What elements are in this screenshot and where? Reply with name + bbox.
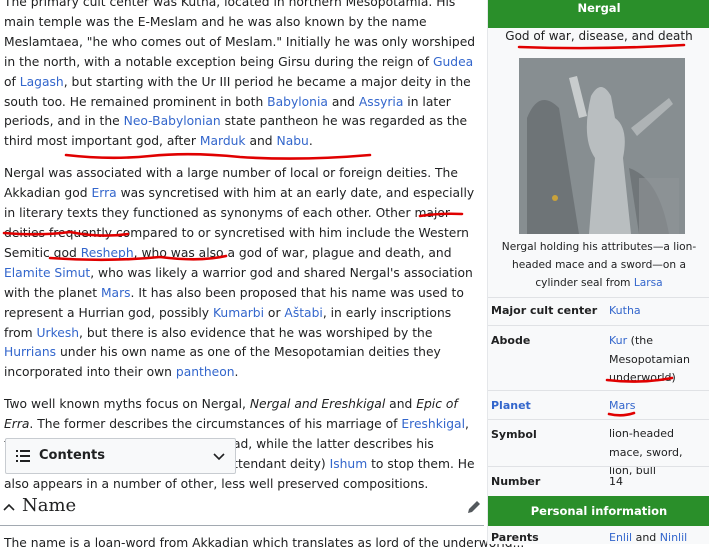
link-neo-babylonian[interactable]: Neo-Babylonian xyxy=(124,114,221,128)
text: of xyxy=(4,74,20,89)
section-heading-name[interactable]: Name xyxy=(0,494,484,526)
row-number: Number 14 xyxy=(488,466,709,496)
link-assyria[interactable]: Assyria xyxy=(359,95,404,109)
text: or xyxy=(264,305,285,320)
link-elamite-simut[interactable]: Elamite Simut xyxy=(4,266,90,280)
text: and xyxy=(632,531,660,544)
row-symbol: Symbol lion-headed mace, sword, lion, bu… xyxy=(488,419,709,477)
link-ishum[interactable]: Ishum xyxy=(330,457,368,471)
image-caption: Nergal holding his attributes—a lion-hea… xyxy=(491,238,707,292)
section-title: Name xyxy=(22,495,77,516)
link-enlil[interactable]: Enlil xyxy=(609,531,632,544)
link-urkesh[interactable]: Urkesh xyxy=(37,326,80,340)
link-pantheon[interactable]: pantheon xyxy=(176,365,235,379)
text: , but there is also evidence that he was… xyxy=(79,325,433,340)
article-body: The primary cult center was Kutha, locat… xyxy=(0,0,484,507)
link-ninlil[interactable]: Ninlil xyxy=(660,531,687,544)
infobox: Nergal God of war, disease, and death Ne… xyxy=(487,0,709,544)
text: Two well known myths focus on Nergal, xyxy=(4,397,250,412)
link-mars[interactable]: Mars xyxy=(101,286,131,300)
contents-toggle[interactable]: Contents xyxy=(5,438,236,474)
text: . The former describes the circumstances… xyxy=(29,417,402,432)
link-ereshkigal[interactable]: Ereshkigal xyxy=(401,417,465,431)
pencil-icon[interactable] xyxy=(466,499,482,515)
text: . xyxy=(234,365,239,380)
link-gudea[interactable]: Gudea xyxy=(433,55,473,69)
list-icon xyxy=(16,450,30,462)
link-marduk[interactable]: Marduk xyxy=(200,134,246,148)
link-planet[interactable]: Planet xyxy=(491,399,531,412)
text: and xyxy=(245,134,277,149)
contents-label: Contents xyxy=(39,448,105,463)
link-kutha[interactable]: Kutha xyxy=(609,302,709,321)
link-erra[interactable]: Erra xyxy=(91,186,116,200)
section-text-start: The name is a loan-word from Akkadian wh… xyxy=(4,536,525,550)
link-mars-infobox[interactable]: Mars xyxy=(609,397,709,416)
row-cult-center: Major cult center Kutha xyxy=(488,297,709,325)
personal-info-header: Personal information xyxy=(488,496,709,526)
row-abode: Abode Kur (the Mesopotamian underworld) xyxy=(488,325,709,390)
link-astabi[interactable]: Aštabi xyxy=(284,306,322,320)
row-label: Abode xyxy=(491,334,531,347)
row-value: 14 xyxy=(609,475,623,488)
link-nabu[interactable]: Nabu xyxy=(277,134,309,148)
text: , who was also a god of war, plague and … xyxy=(133,245,452,260)
text: and xyxy=(385,397,417,412)
row-parents: Parents Enlil and Ninlil xyxy=(488,526,709,556)
link-hurrians[interactable]: Hurrians xyxy=(4,345,56,359)
text: . xyxy=(308,134,313,149)
chevron-down-icon xyxy=(213,453,225,461)
row-label: Symbol xyxy=(491,428,537,441)
link-lagash[interactable]: Lagash xyxy=(20,75,64,89)
myth-title: Nergal and Ereshkigal xyxy=(249,397,386,412)
row-planet: Planet Mars xyxy=(488,390,709,419)
infobox-title: Nergal xyxy=(488,0,709,28)
link-larsa[interactable]: Larsa xyxy=(634,277,663,289)
text: and xyxy=(327,94,359,109)
link-babylonia[interactable]: Babylonia xyxy=(267,95,328,109)
chevron-up-icon[interactable] xyxy=(3,499,15,515)
row-value: Enlil and Ninlil xyxy=(609,529,709,548)
link-kur[interactable]: Kur xyxy=(609,334,627,347)
link-resheph[interactable]: Resheph xyxy=(81,246,134,260)
caption-text: Nergal holding his attributes—a lion-hea… xyxy=(501,241,697,289)
paragraph-syncretism: Nergal was associated with a large numbe… xyxy=(4,164,482,383)
infobox-subtitle: God of war, disease, and death xyxy=(505,29,693,43)
row-label: Number xyxy=(491,475,541,488)
paragraph-cult: The primary cult center was Kutha, locat… xyxy=(4,0,482,152)
row-label: Parents xyxy=(491,531,539,544)
row-label: Major cult center xyxy=(491,304,598,317)
cylinder-seal-image[interactable] xyxy=(519,58,685,234)
row-value: Kur (the Mesopotamian underworld) xyxy=(609,332,709,388)
link-kumarbi[interactable]: Kumarbi xyxy=(213,306,264,320)
